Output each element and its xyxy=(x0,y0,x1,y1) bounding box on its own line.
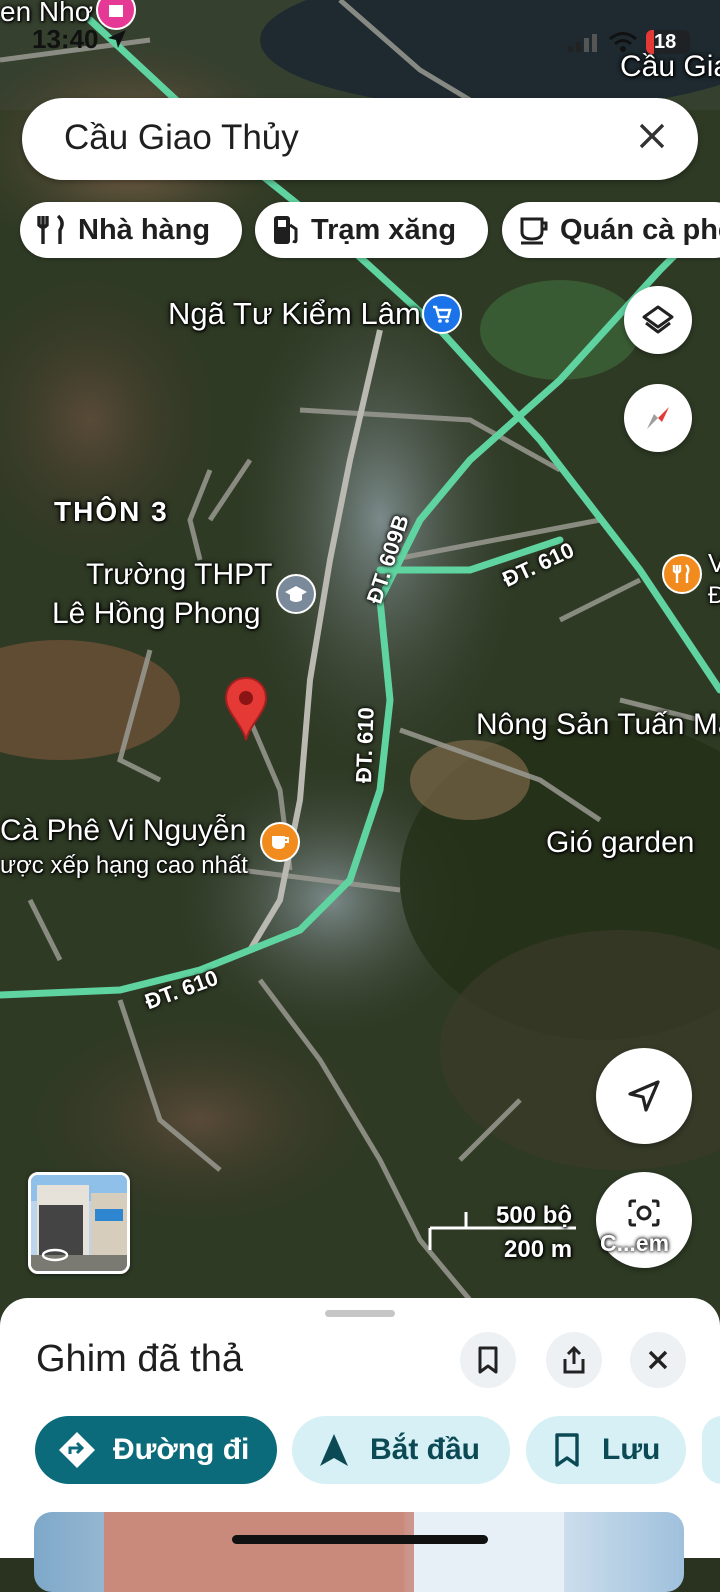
map-label-edge-right-2: Đ xyxy=(708,582,720,609)
drag-handle[interactable] xyxy=(325,1310,395,1317)
battery-level: 18 xyxy=(654,31,677,53)
rotate-360-icon xyxy=(41,1248,69,1262)
status-icons xyxy=(566,32,606,59)
scale-imperial: 500 bộ xyxy=(496,1202,573,1229)
restaurant-poi-icon[interactable] xyxy=(662,554,702,594)
sheet-title: Ghim đã thả xyxy=(36,1338,243,1380)
chip-label: Quán cà phê xyxy=(560,213,720,246)
place-bottom-sheet[interactable]: Ghim đã thả Đường đi Bắt đầu Lưu xyxy=(0,1298,720,1592)
fork-knife-icon xyxy=(37,214,64,244)
location-arrow-icon xyxy=(107,30,126,48)
school-poi-icon[interactable] xyxy=(276,574,316,614)
wifi-icon xyxy=(608,30,638,59)
share-button[interactable] xyxy=(546,1332,602,1388)
map-label-school-line1[interactable]: Trường THPT xyxy=(86,558,272,592)
coffee-cup-icon xyxy=(520,217,548,245)
more-actions-pill[interactable] xyxy=(702,1416,720,1484)
layers-button[interactable] xyxy=(624,286,692,354)
battery-icon: 18 xyxy=(646,30,690,54)
chip-coffee-shops[interactable]: Quán cà phê xyxy=(502,202,720,258)
search-bar[interactable]: Cầu Giao Thủy xyxy=(22,98,698,180)
map-label-farm[interactable]: Nông Sản Tuấn Ma xyxy=(476,708,720,742)
start-label: Bắt đầu xyxy=(370,1433,481,1466)
directions-icon xyxy=(59,1432,95,1468)
share-icon xyxy=(563,1345,585,1374)
sky-image xyxy=(414,1512,564,1592)
home-indicator[interactable] xyxy=(232,1535,488,1544)
scale-metric: 200 m xyxy=(504,1236,573,1263)
bookmark-save-icon xyxy=(555,1433,579,1467)
save-button[interactable]: Lưu xyxy=(526,1416,686,1484)
bookmark-button[interactable] xyxy=(460,1332,516,1388)
compass-button[interactable] xyxy=(624,384,692,452)
camera-label: C...em xyxy=(600,1230,670,1256)
map-label-village: THÔN 3 xyxy=(54,496,169,527)
status-time: 13:40 xyxy=(32,24,99,54)
road-label-610-vertical: ĐT. 610 xyxy=(351,706,379,784)
start-button[interactable]: Bắt đầu xyxy=(292,1416,510,1484)
clear-search-close-icon[interactable] xyxy=(632,116,672,156)
my-location-button[interactable] xyxy=(596,1048,692,1144)
close-sheet-button[interactable] xyxy=(630,1332,686,1388)
building-image xyxy=(104,1512,404,1592)
gas-station-icon xyxy=(274,216,298,244)
map-label-intersection[interactable]: Ngã Tư Kiểm Lâm xyxy=(168,296,421,332)
coffee-poi-icon[interactable] xyxy=(260,822,300,862)
status-bar: 13:40 xyxy=(32,24,128,55)
directions-label: Đường đi xyxy=(113,1433,250,1466)
map-label-edge-right-1: V xyxy=(708,548,720,578)
map-label-cafe-line1[interactable]: Cà Phê Vi Nguyễn xyxy=(0,814,246,848)
cellular-signal-icon xyxy=(568,34,597,52)
map-label-garden[interactable]: Gió garden xyxy=(546,826,694,860)
chip-label: Trạm xăng xyxy=(311,213,457,246)
chip-restaurants[interactable]: Nhà hàng xyxy=(20,202,242,258)
navigation-arrow-icon xyxy=(628,1080,660,1112)
map-label-cafe-line2: ược xếp hạng cao nhất xyxy=(0,852,248,879)
save-label: Lưu xyxy=(602,1433,661,1466)
map-label-school-line2[interactable]: Lê Hồng Phong xyxy=(52,597,261,631)
bookmark-icon xyxy=(478,1346,498,1374)
chip-gas-stations[interactable]: Trạm xăng xyxy=(255,202,488,258)
layers-icon xyxy=(642,305,674,334)
close-icon xyxy=(648,1350,668,1370)
lens-camera-button[interactable]: C...em xyxy=(596,1172,692,1268)
compass-icon xyxy=(647,407,669,429)
search-query[interactable]: Cầu Giao Thủy xyxy=(64,118,299,158)
scale-bar: 500 bộ 200 m xyxy=(426,1202,586,1264)
street-view-thumbnail[interactable] xyxy=(28,1172,130,1274)
directions-button[interactable]: Đường đi xyxy=(35,1416,277,1484)
navigation-start-icon xyxy=(320,1434,348,1466)
dropped-pin-icon[interactable] xyxy=(222,676,270,742)
shopping-cart-poi-icon[interactable] xyxy=(422,294,462,334)
place-photo[interactable] xyxy=(34,1512,684,1592)
camera-icon xyxy=(628,1199,660,1227)
chip-label: Nhà hàng xyxy=(78,213,211,246)
